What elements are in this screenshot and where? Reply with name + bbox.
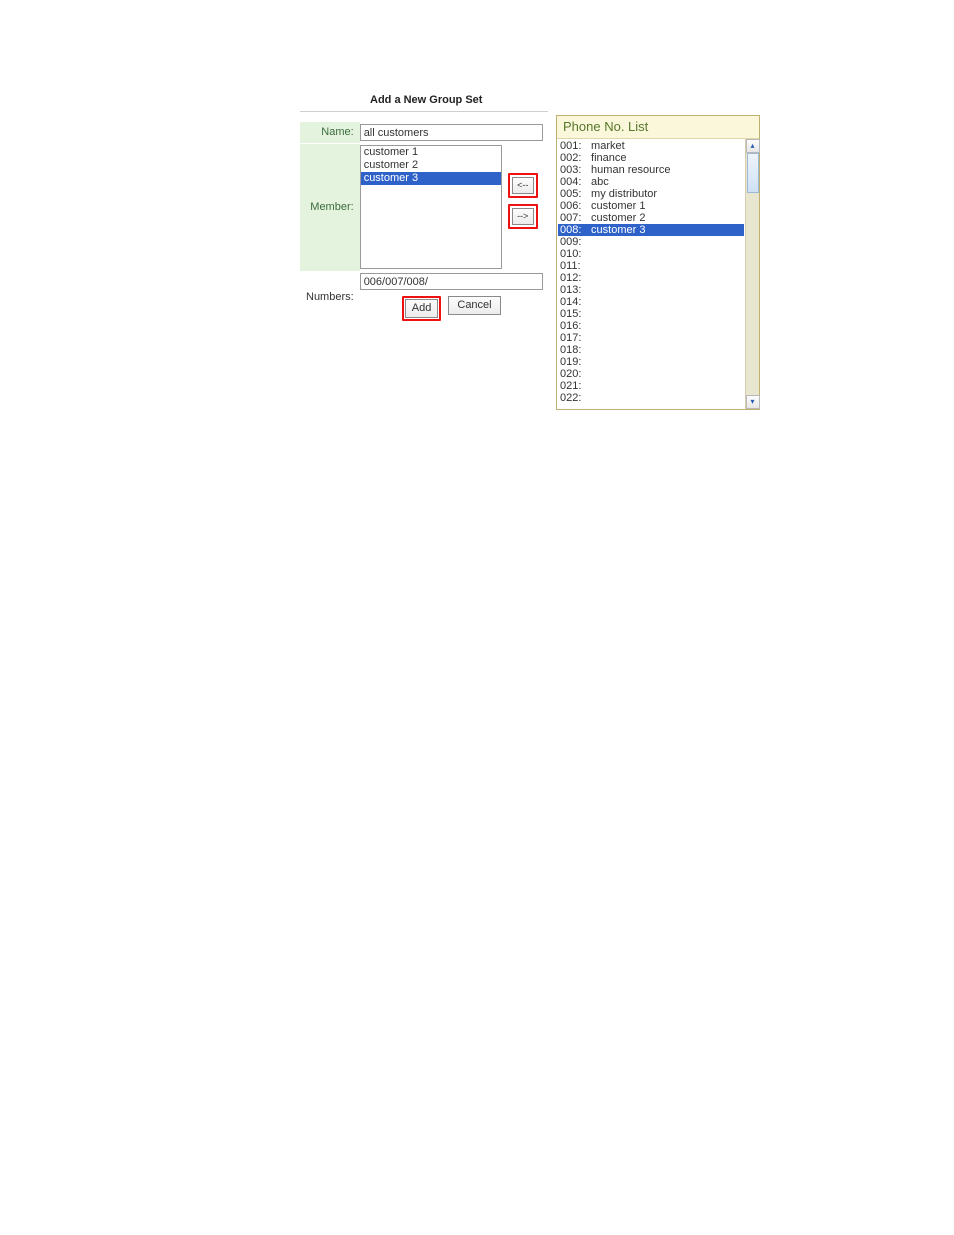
list-item-label: market xyxy=(588,140,625,152)
list-item-number: 013: xyxy=(558,284,588,296)
scroll-up-icon[interactable]: ▴ xyxy=(746,139,760,153)
list-item[interactable]: 005: my distributor xyxy=(558,188,744,200)
scrollbar[interactable]: ▴ ▾ xyxy=(745,139,759,409)
divider xyxy=(300,111,548,112)
list-item[interactable]: 006: customer 1 xyxy=(558,200,744,212)
list-item[interactable]: 004: abc xyxy=(558,176,744,188)
list-item-number: 004: xyxy=(558,176,588,188)
list-item-number: 005: xyxy=(558,188,588,200)
list-item-number: 020: xyxy=(558,368,588,380)
phone-list-title: Phone No. List xyxy=(557,116,759,139)
list-item[interactable]: 015: xyxy=(558,308,744,320)
cancel-button[interactable]: Cancel xyxy=(448,296,500,315)
numbers-label: Numbers: xyxy=(300,271,360,323)
list-item-number: 022: xyxy=(558,392,588,404)
list-item-label: customer 3 xyxy=(588,224,645,236)
list-item-number: 010: xyxy=(558,248,588,260)
move-right-button[interactable]: --> xyxy=(512,208,534,225)
member-listbox[interactable]: customer 1customer 2customer 3 xyxy=(360,145,502,269)
list-item-label: customer 2 xyxy=(588,212,645,224)
list-item[interactable]: 002: finance xyxy=(558,152,744,164)
list-item-number: 007: xyxy=(558,212,588,224)
list-item-number: 003: xyxy=(558,164,588,176)
list-item[interactable]: 003: human resource xyxy=(558,164,744,176)
list-item[interactable]: customer 2 xyxy=(361,159,501,172)
scroll-track[interactable] xyxy=(746,153,759,395)
list-item[interactable]: 001: market xyxy=(558,140,744,152)
phone-listbox[interactable]: 001: market002: finance003: human resour… xyxy=(558,140,744,408)
move-left-button[interactable]: <-- xyxy=(512,177,534,194)
highlight-outline: Add xyxy=(402,296,442,321)
list-item[interactable]: 010: xyxy=(558,248,744,260)
list-item-number: 006: xyxy=(558,200,588,212)
highlight-outline: --> xyxy=(508,204,538,229)
list-item-label: my distributor xyxy=(588,188,657,200)
phone-list-panel: Phone No. List 001: market002: finance00… xyxy=(556,115,760,410)
list-item-number: 001: xyxy=(558,140,588,152)
list-item[interactable]: 019: xyxy=(558,356,744,368)
scroll-down-icon[interactable]: ▾ xyxy=(746,395,760,409)
list-item-label: customer 1 xyxy=(588,200,645,212)
list-item-number: 015: xyxy=(558,308,588,320)
name-label: Name: xyxy=(300,122,360,143)
scroll-thumb[interactable] xyxy=(747,153,759,193)
list-item[interactable]: 011: xyxy=(558,260,744,272)
list-item-label: finance xyxy=(588,152,627,164)
member-label: Member: xyxy=(300,143,360,271)
list-item-number: 014: xyxy=(558,296,588,308)
list-item[interactable]: 007: customer 2 xyxy=(558,212,744,224)
list-item-number: 009: xyxy=(558,236,588,248)
list-item[interactable]: 016: xyxy=(558,320,744,332)
list-item[interactable]: customer 3 xyxy=(361,172,501,185)
highlight-outline: <-- xyxy=(508,173,538,198)
list-item[interactable]: 012: xyxy=(558,272,744,284)
list-item-number: 011: xyxy=(558,260,588,272)
list-item[interactable]: 008: customer 3 xyxy=(558,224,744,236)
list-item[interactable]: customer 1 xyxy=(361,146,501,159)
list-item-number: 018: xyxy=(558,344,588,356)
list-item[interactable]: 020: xyxy=(558,368,744,380)
list-item[interactable]: 009: xyxy=(558,236,744,248)
list-item[interactable]: 013: xyxy=(558,284,744,296)
list-item-number: 019: xyxy=(558,356,588,368)
list-item-number: 021: xyxy=(558,380,588,392)
list-item-label: abc xyxy=(588,176,609,188)
numbers-input[interactable] xyxy=(360,273,543,290)
list-item-number: 002: xyxy=(558,152,588,164)
list-item[interactable]: 021: xyxy=(558,380,744,392)
list-item-number: 012: xyxy=(558,272,588,284)
list-item[interactable]: 017: xyxy=(558,332,744,344)
add-button[interactable]: Add xyxy=(405,299,439,318)
list-item[interactable]: 014: xyxy=(558,296,744,308)
name-input[interactable] xyxy=(360,124,543,141)
list-item-label: human resource xyxy=(588,164,671,176)
list-item-number: 017: xyxy=(558,332,588,344)
list-item-number: 016: xyxy=(558,320,588,332)
page-title: Add a New Group Set xyxy=(370,94,482,106)
list-item[interactable]: 018: xyxy=(558,344,744,356)
list-item-number: 008: xyxy=(558,224,588,236)
list-item[interactable]: 022: xyxy=(558,392,744,404)
